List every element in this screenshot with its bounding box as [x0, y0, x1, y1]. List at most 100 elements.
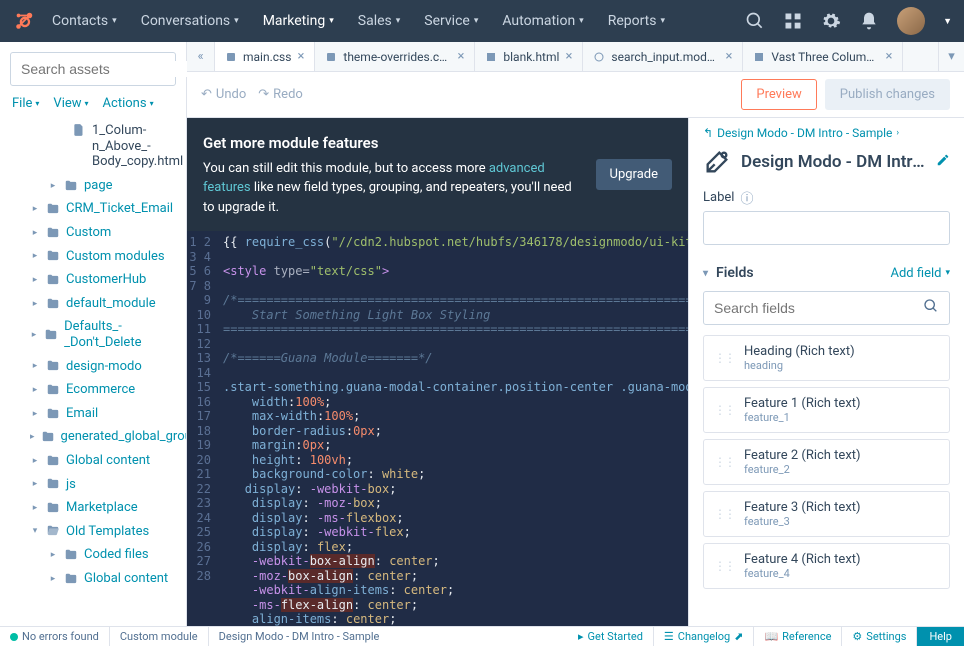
folder-icon	[46, 383, 60, 397]
folder-icon	[46, 407, 60, 421]
upgrade-button[interactable]: Upgrade	[596, 159, 672, 190]
editor-tabs: « main.css×theme-overrides.css×blank.htm…	[187, 42, 964, 72]
drag-handle-icon[interactable]: ⋮⋮	[714, 351, 734, 365]
folder-icon	[46, 226, 60, 240]
hubspot-logo-icon[interactable]	[12, 9, 36, 33]
nav-automation[interactable]: Automation ▾	[502, 13, 583, 29]
nav-sales[interactable]: Sales ▾	[358, 13, 401, 29]
sidebar-menu-file[interactable]: File ▾	[12, 96, 39, 111]
field-item[interactable]: ⋮⋮Feature 1 (Rich text)feature_1	[703, 387, 950, 433]
nav-marketing[interactable]: Marketing ▾	[263, 13, 334, 29]
help-button[interactable]: Help	[917, 627, 964, 646]
folder-icon	[46, 202, 60, 216]
drag-handle-icon[interactable]: ⋮⋮	[714, 559, 734, 573]
close-tab-icon[interactable]: ×	[885, 49, 892, 64]
module-inspector: ↰ Design Modo - DM Intro - Sample › Desi…	[688, 118, 964, 626]
assets-sidebar: File ▾ View ▾ Actions ▾ 1_Colum-n_Above_-B…	[0, 42, 187, 626]
editor-tab[interactable]: Vast Three Column Webs×	[743, 42, 903, 71]
settings-link[interactable]: ⚙ Settings	[842, 627, 917, 646]
bell-icon[interactable]	[859, 11, 879, 31]
close-tab-icon[interactable]: ×	[565, 49, 572, 64]
nav-conversations[interactable]: Conversations ▾	[141, 13, 239, 29]
tree-item[interactable]: ▸CustomerHub	[4, 268, 182, 292]
editor-tab[interactable]: theme-overrides.css×	[315, 42, 475, 71]
html-icon	[753, 51, 765, 63]
folder-icon	[44, 328, 58, 342]
sidebar-menu-view[interactable]: View ▾	[53, 96, 88, 111]
folder-icon	[46, 297, 60, 311]
redo-button[interactable]: ↷ Redo	[258, 87, 303, 102]
tree-item[interactable]: ▸generated_global_groups	[4, 425, 182, 449]
nav-reports[interactable]: Reports ▾	[608, 13, 665, 29]
drag-handle-icon[interactable]: ⋮⋮	[714, 403, 734, 417]
tree-item[interactable]: ▸Ecommerce	[4, 378, 182, 402]
breadcrumb[interactable]: ↰ Design Modo - DM Intro - Sample ›	[689, 118, 964, 140]
info-icon[interactable]: ⓘ	[740, 188, 753, 207]
back-icon[interactable]: ↰	[703, 126, 713, 140]
status-bar: No errors found Custom module Design Mod…	[0, 626, 964, 646]
add-field-button[interactable]: Add field ▾	[891, 266, 951, 281]
collapse-sidebar-icon[interactable]: «	[187, 42, 215, 71]
edit-title-icon[interactable]	[936, 153, 950, 171]
folder-icon	[46, 477, 60, 491]
tree-item[interactable]: ▸Global content	[4, 449, 182, 473]
close-tab-icon[interactable]: ×	[725, 49, 732, 64]
tree-item[interactable]: ▸Custom	[4, 221, 182, 245]
field-item[interactable]: ⋮⋮Heading (Rich text)heading	[703, 335, 950, 381]
get-started-link[interactable]: ▸ Get Started	[568, 627, 654, 646]
editor-tab[interactable]: blank.html×	[475, 42, 583, 71]
fields-search[interactable]	[703, 291, 950, 325]
fields-search-input[interactable]	[714, 300, 923, 316]
user-avatar[interactable]	[897, 7, 925, 35]
close-tab-icon[interactable]: ×	[457, 49, 464, 64]
tree-item[interactable]: ▸CRM_Ticket_Email	[4, 197, 182, 221]
sidebar-menu-actions[interactable]: Actions ▾	[103, 96, 154, 111]
line-gutter: 1 2 3 4 5 6 7 8 9 10 11 12 13 14 15 16 1…	[187, 231, 217, 626]
code-editor: Get more module features You can still e…	[187, 118, 688, 626]
tree-item[interactable]: ▸Coded files	[4, 543, 182, 567]
css-icon	[225, 51, 237, 63]
gear-icon[interactable]	[821, 11, 841, 31]
tree-item[interactable]: ▸Global content	[4, 567, 182, 591]
tree-item[interactable]: ▸design-modo	[4, 355, 182, 379]
tree-item[interactable]: 1_Colum-n_Above_-Body_copy.html	[4, 119, 182, 174]
search-icon[interactable]	[745, 11, 765, 31]
chevron-down-icon[interactable]: ▼	[943, 16, 952, 27]
editor-toolbar: ↶ Undo ↷ Redo Preview Publish changes	[187, 72, 964, 118]
drag-handle-icon[interactable]: ⋮⋮	[714, 455, 734, 469]
editor-tab[interactable]: search_input.module×	[583, 42, 743, 71]
publish-button[interactable]: Publish changes	[825, 79, 950, 110]
errors-status[interactable]: No errors found	[0, 627, 110, 646]
asset-search[interactable]	[10, 52, 176, 86]
field-item[interactable]: ⋮⋮Feature 2 (Rich text)feature_2	[703, 439, 950, 485]
undo-button[interactable]: ↶ Undo	[201, 87, 246, 102]
nav-service[interactable]: Service ▾	[424, 13, 478, 29]
drag-handle-icon[interactable]: ⋮⋮	[714, 507, 734, 521]
tree-item[interactable]: ▸Custom modules	[4, 245, 182, 269]
module-title: Design Modo - DM Intro - San	[741, 152, 926, 172]
code-lines[interactable]: {{ require_css("//cdn2.hubspot.net/hubfs…	[217, 231, 688, 626]
changelog-link[interactable]: ☰ Changelog ⬈	[654, 627, 755, 646]
reference-link[interactable]: 📖 Reference	[754, 627, 842, 646]
chevron-right-icon: ›	[896, 128, 899, 138]
tree-item[interactable]: ▾Old Templates	[4, 520, 182, 544]
tree-item[interactable]: ▸Email	[4, 402, 182, 426]
label-input[interactable]	[703, 211, 950, 245]
tree-item[interactable]: ▸Marketplace	[4, 496, 182, 520]
chevron-down-icon[interactable]: ▾	[703, 268, 708, 279]
nav-contacts[interactable]: Contacts ▾	[52, 13, 117, 29]
folder-icon	[64, 179, 78, 193]
asset-search-input[interactable]	[21, 61, 202, 77]
close-tab-icon[interactable]: ×	[297, 49, 304, 64]
marketplace-icon[interactable]	[783, 11, 803, 31]
tree-item[interactable]: ▸page	[4, 174, 182, 198]
tree-item[interactable]: ▸Defaults_-_Don't_Delete	[4, 315, 182, 354]
tabs-overflow-icon[interactable]: ▾	[938, 42, 964, 71]
editor-tab[interactable]: main.css×	[215, 42, 315, 71]
field-item[interactable]: ⋮⋮Feature 3 (Rich text)feature_3	[703, 491, 950, 537]
folder-icon	[46, 501, 60, 515]
tree-item[interactable]: ▸js	[4, 473, 182, 497]
tree-item[interactable]: ▸default_module	[4, 292, 182, 316]
field-item[interactable]: ⋮⋮Feature 4 (Rich text)feature_4	[703, 543, 950, 589]
preview-button[interactable]: Preview	[741, 79, 816, 110]
